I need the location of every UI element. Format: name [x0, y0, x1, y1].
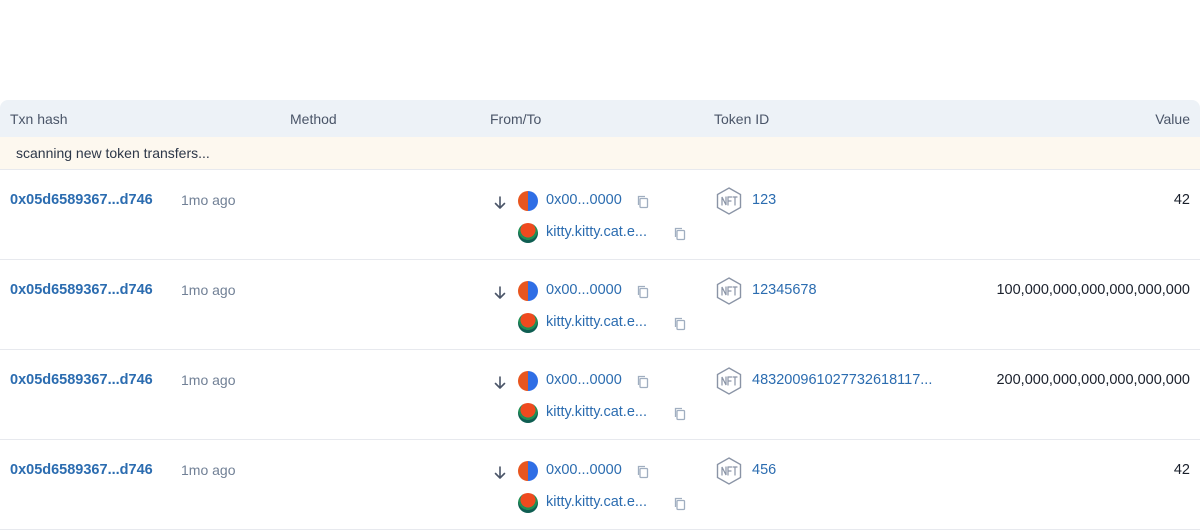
copy-icon[interactable] [672, 226, 688, 242]
column-header-txn-hash: Txn hash [10, 111, 68, 127]
from-address-avatar [518, 191, 538, 211]
table-row: 0x05d6589367...d746 1mo ago 0x00...0000 … [0, 440, 1200, 530]
copy-icon[interactable] [672, 406, 688, 422]
to-address-link[interactable]: kitty.kitty.cat.e... [546, 314, 647, 330]
to-address-avatar [518, 403, 538, 423]
txn-age: 1mo ago [181, 282, 236, 298]
to-address-avatar [518, 313, 538, 333]
copy-icon[interactable] [635, 194, 651, 210]
to-address-avatar [518, 223, 538, 243]
txn-hash-link[interactable]: 0x05d6589367...d746 [10, 372, 153, 388]
transfer-value: 42 [1173, 192, 1190, 208]
to-address-avatar [518, 493, 538, 513]
txn-hash-link[interactable]: 0x05d6589367...d746 [10, 192, 153, 208]
nft-icon [716, 277, 742, 305]
from-address-link[interactable]: 0x00...0000 [546, 282, 622, 298]
from-address-avatar [518, 281, 538, 301]
from-address-link[interactable]: 0x00...0000 [546, 462, 622, 478]
arrow-down-icon [494, 286, 506, 299]
column-header-method: Method [290, 111, 337, 127]
from-address-link[interactable]: 0x00...0000 [546, 372, 622, 388]
token-id-link[interactable]: 123 [752, 192, 776, 208]
table-row: 0x05d6589367...d746 1mo ago 0x00...0000 … [0, 350, 1200, 440]
nft-icon [716, 457, 742, 485]
token-id-link[interactable]: 456 [752, 462, 776, 478]
from-address-avatar [518, 461, 538, 481]
scanning-banner-text: scanning new token transfers... [16, 145, 210, 161]
column-header-from-to: From/To [490, 111, 542, 127]
transfer-value: 100,000,000,000,000,000,000 [996, 282, 1190, 298]
token-transfers-table: Txn hash Method From/To Token ID Value s… [0, 100, 1200, 530]
nft-icon [716, 367, 742, 395]
column-header-token-id: Token ID [714, 111, 770, 127]
column-header-value: Value [1155, 111, 1190, 127]
copy-icon[interactable] [635, 284, 651, 300]
nft-icon [716, 187, 742, 215]
copy-icon[interactable] [635, 464, 651, 480]
txn-age: 1mo ago [181, 192, 236, 208]
scanning-banner: scanning new token transfers... [0, 137, 1200, 170]
arrow-down-icon [494, 376, 506, 389]
to-address-link[interactable]: kitty.kitty.cat.e... [546, 494, 647, 510]
copy-icon[interactable] [635, 374, 651, 390]
to-address-link[interactable]: kitty.kitty.cat.e... [546, 224, 647, 240]
token-id-link[interactable]: 483200961027732618117... [752, 372, 932, 388]
table-header: Txn hash Method From/To Token ID Value [0, 100, 1200, 137]
table-row: 0x05d6589367...d746 1mo ago 0x00...0000 … [0, 170, 1200, 260]
arrow-down-icon [494, 196, 506, 209]
from-address-avatar [518, 371, 538, 391]
from-address-link[interactable]: 0x00...0000 [546, 192, 622, 208]
txn-age: 1mo ago [181, 462, 236, 478]
token-id-link[interactable]: 12345678 [752, 282, 817, 298]
copy-icon[interactable] [672, 316, 688, 332]
txn-hash-link[interactable]: 0x05d6589367...d746 [10, 462, 153, 478]
table-row: 0x05d6589367...d746 1mo ago 0x00...0000 … [0, 260, 1200, 350]
arrow-down-icon [494, 466, 506, 479]
to-address-link[interactable]: kitty.kitty.cat.e... [546, 404, 647, 420]
transfer-value: 42 [1173, 462, 1190, 478]
transfer-value: 200,000,000,000,000,000,000 [996, 372, 1190, 388]
copy-icon[interactable] [672, 496, 688, 512]
txn-hash-link[interactable]: 0x05d6589367...d746 [10, 282, 153, 298]
txn-age: 1mo ago [181, 372, 236, 388]
